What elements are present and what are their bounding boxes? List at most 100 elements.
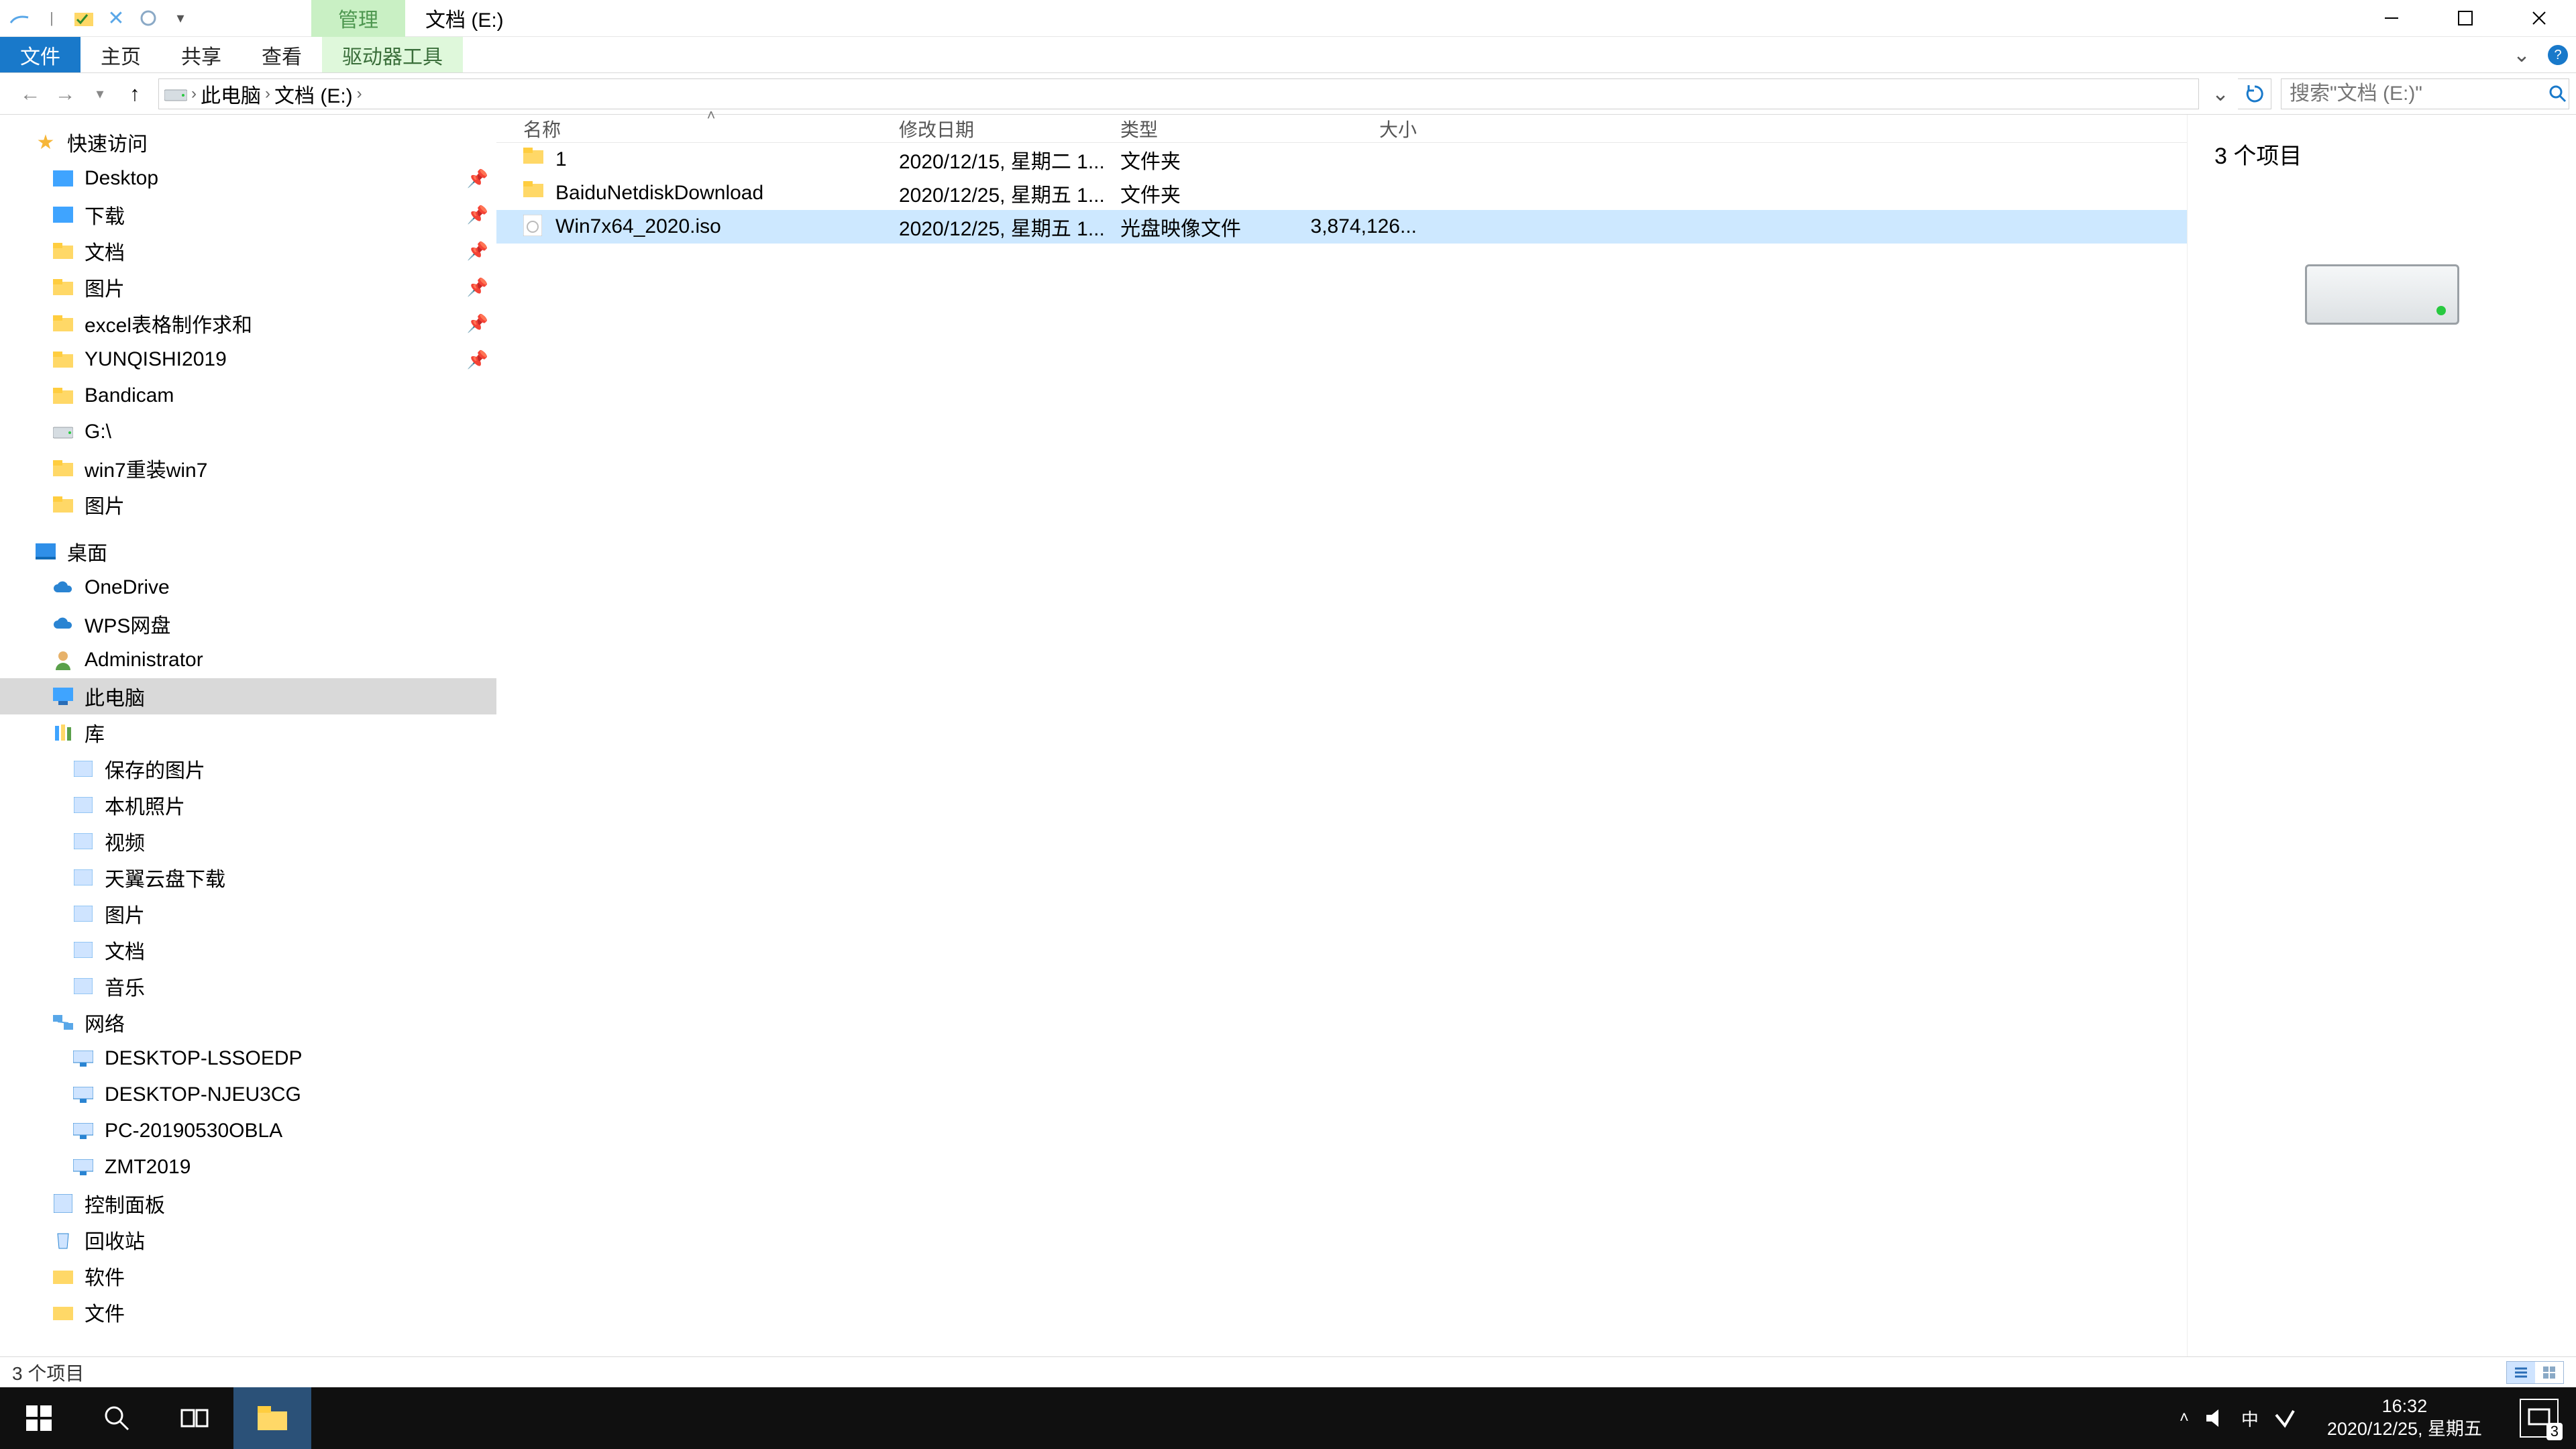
sidebar-network[interactable]: 网络	[0, 1004, 496, 1040]
columns-header[interactable]: ˄ 名称 修改日期 类型 大小	[496, 115, 2187, 143]
item-icon	[51, 166, 75, 191]
sidebar-quick-item[interactable]: 下载 📌	[0, 197, 496, 233]
system-tray[interactable]: ˄ 中 16:32 2020/12/25, 星期五 3	[2180, 1395, 2576, 1441]
taskbar[interactable]: ˄ 中 16:32 2020/12/25, 星期五 3	[0, 1387, 2576, 1449]
sidebar-desktop-item[interactable]: OneDrive	[0, 570, 496, 606]
library-item-icon	[71, 793, 95, 817]
nav-history-dropdown[interactable]: ▾	[85, 78, 115, 109]
sidebar-item-label: YUNQISHI2019	[85, 348, 227, 371]
sidebar-quick-item[interactable]: excel表格制作求和 📌	[0, 305, 496, 341]
sidebar-network-item[interactable]: DESKTOP-NJEU3CG	[0, 1077, 496, 1113]
sidebar-desktop-item[interactable]: 此电脑	[0, 678, 496, 714]
file-row[interactable]: 1 2020/12/15, 星期二 1... 文件夹	[496, 143, 2187, 176]
close-button[interactable]	[2502, 0, 2576, 37]
file-row[interactable]: BaiduNetdiskDownload 2020/12/25, 星期五 1..…	[496, 176, 2187, 210]
search-icon[interactable]	[2548, 85, 2567, 103]
library-item-icon	[71, 938, 95, 962]
file-type-icon	[523, 148, 547, 172]
nav-back-button[interactable]: ←	[15, 78, 46, 109]
help-icon[interactable]: ?	[2540, 37, 2576, 72]
search-input[interactable]	[2290, 83, 2548, 105]
sidebar-quick-item[interactable]: win7重装win7	[0, 450, 496, 486]
sidebar-library-item[interactable]: 本机照片	[0, 787, 496, 823]
tab-share[interactable]: 共享	[161, 37, 241, 72]
navigation-pane[interactable]: ★ 快速访问 Desktop 📌 下载 📌 文档 📌 图片 📌 excel表格制…	[0, 115, 496, 1356]
sidebar-library-item[interactable]: 天翼云盘下载	[0, 859, 496, 896]
sidebar-desktop-item[interactable]: 库	[0, 714, 496, 751]
sidebar-quick-item[interactable]: Bandicam	[0, 378, 496, 414]
search-box[interactable]	[2281, 78, 2569, 109]
ime-indicator[interactable]: 中	[2241, 1406, 2259, 1431]
network-pc-icon	[71, 1119, 95, 1143]
taskbar-search-button[interactable]	[78, 1387, 156, 1449]
folder-check-icon[interactable]	[72, 7, 95, 30]
sidebar-library-item[interactable]: 文档	[0, 932, 496, 968]
task-view-button[interactable]	[156, 1387, 233, 1449]
disabled-x-icon: ✕	[105, 7, 127, 30]
sidebar-control-panel[interactable]: 控制面板	[0, 1185, 496, 1222]
files-area[interactable]: ˄ 名称 修改日期 类型 大小 1 2020/12/15, 星期二 1... 文…	[496, 115, 2187, 1356]
sidebar-library-item[interactable]: 保存的图片	[0, 751, 496, 787]
address-dropdown-icon[interactable]: ⌄	[2207, 78, 2234, 109]
col-date[interactable]: 修改日期	[899, 115, 1120, 142]
settings-dropdown-icon[interactable]	[137, 7, 160, 30]
qat-dropdown-icon[interactable]: ▾	[169, 7, 192, 30]
sidebar-quick-item[interactable]: YUNQISHI2019 📌	[0, 341, 496, 378]
file-row[interactable]: Win7x64_2020.iso 2020/12/25, 星期五 1... 光盘…	[496, 210, 2187, 244]
sidebar-documents[interactable]: 文件	[0, 1294, 496, 1330]
tab-home[interactable]: 主页	[80, 37, 161, 72]
sidebar-quick-item[interactable]: G:\	[0, 414, 496, 450]
drive-illustration	[2305, 264, 2459, 325]
maximize-button[interactable]	[2428, 0, 2502, 37]
icons-view-button[interactable]	[2535, 1362, 2563, 1383]
taskbar-explorer-button[interactable]	[233, 1387, 311, 1449]
sidebar-network-item[interactable]: ZMT2019	[0, 1149, 496, 1185]
tab-view[interactable]: 查看	[241, 37, 322, 72]
folder-icon	[51, 1264, 75, 1288]
details-view-button[interactable]	[2507, 1362, 2535, 1383]
col-name[interactable]: 名称	[523, 115, 561, 142]
sidebar-quick-item[interactable]: 图片	[0, 486, 496, 523]
tray-app-icon[interactable]	[2273, 1407, 2296, 1430]
sidebar-quick-item[interactable]: 图片 📌	[0, 269, 496, 305]
view-mode-toggle[interactable]	[2506, 1361, 2564, 1384]
refresh-button[interactable]	[2238, 78, 2271, 109]
sidebar-quick-item[interactable]: Desktop 📌	[0, 160, 496, 197]
taskbar-clock[interactable]: 16:32 2020/12/25, 星期五	[2311, 1395, 2498, 1441]
item-icon	[51, 456, 75, 480]
address-bar[interactable]: › 此电脑› 文档 (E:)›	[158, 78, 2199, 109]
item-icon	[51, 384, 75, 408]
minimize-button[interactable]	[2355, 0, 2428, 37]
file-type: 光盘映像文件	[1120, 212, 1301, 241]
item-icon	[51, 684, 75, 708]
volume-icon[interactable]	[2204, 1407, 2226, 1430]
nav-up-button[interactable]: ↑	[119, 78, 150, 109]
tab-file[interactable]: 文件	[0, 37, 80, 72]
action-center-button[interactable]: 3	[2520, 1399, 2559, 1438]
status-bar: 3 个项目	[0, 1356, 2576, 1387]
sidebar-network-item[interactable]: PC-20190530OBLA	[0, 1113, 496, 1149]
file-date: 2020/12/25, 星期五 1...	[899, 178, 1120, 208]
sidebar-library-item[interactable]: 图片	[0, 896, 496, 932]
qat-sep-icon: |	[40, 7, 63, 30]
ribbon-expand-icon[interactable]: ⌄	[2504, 37, 2540, 72]
col-type[interactable]: 类型	[1120, 115, 1301, 142]
breadcrumb-this-pc[interactable]: 此电脑›	[201, 79, 270, 109]
sidebar-recycle-bin[interactable]: 回收站	[0, 1222, 496, 1258]
sidebar-desktop[interactable]: 桌面	[0, 533, 496, 570]
sidebar-software[interactable]: 软件	[0, 1258, 496, 1294]
sidebar-desktop-item[interactable]: WPS网盘	[0, 606, 496, 642]
sidebar-library-item[interactable]: 视频	[0, 823, 496, 859]
sidebar-item-label: 保存的图片	[105, 754, 205, 784]
col-size[interactable]: 大小	[1301, 115, 1422, 142]
tray-overflow-icon[interactable]: ˄	[2180, 1409, 2189, 1428]
chevron-right-icon[interactable]: ›	[191, 85, 197, 103]
sidebar-quick-item[interactable]: 文档 📌	[0, 233, 496, 269]
sidebar-library-item[interactable]: 音乐	[0, 968, 496, 1004]
sidebar-network-item[interactable]: DESKTOP-LSSOEDP	[0, 1040, 496, 1077]
start-button[interactable]	[0, 1387, 78, 1449]
breadcrumb-drive[interactable]: 文档 (E:)›	[274, 79, 362, 109]
sidebar-quick-access[interactable]: ★ 快速访问	[0, 124, 496, 160]
sidebar-desktop-item[interactable]: Administrator	[0, 642, 496, 678]
tab-drive-tools[interactable]: 驱动器工具	[322, 37, 463, 72]
